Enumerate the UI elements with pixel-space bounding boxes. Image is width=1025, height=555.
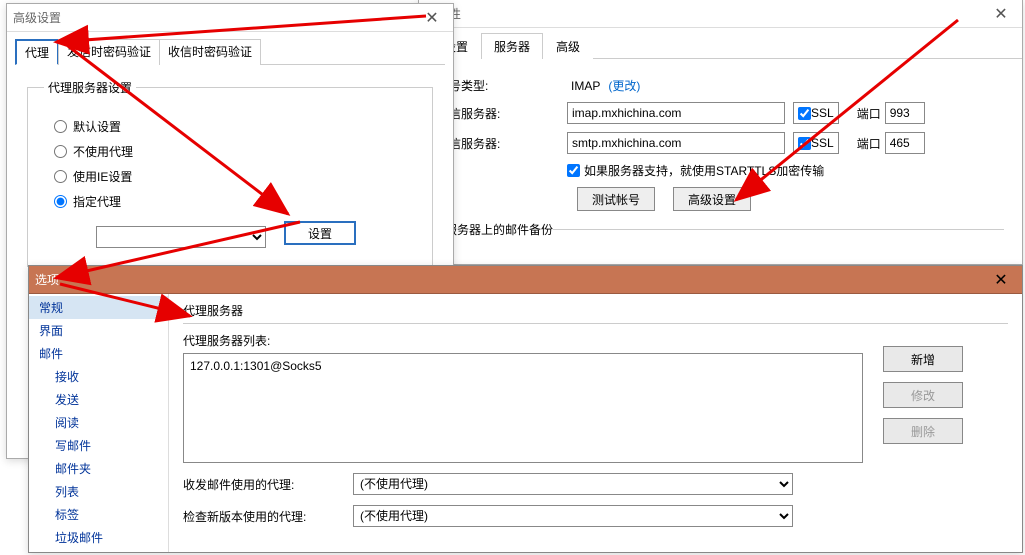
port-label: 端口 [857,105,881,122]
recv-port-input[interactable] [885,102,925,124]
tree-read[interactable]: 阅读 [29,411,168,434]
update-proxy-label: 检查新版本使用的代理: [183,508,353,525]
tree-blacklist[interactable]: 黑名单 [29,549,168,552]
tree-send[interactable]: 发送 [29,388,168,411]
opt-title: 选项 [35,271,59,288]
tree-ui[interactable]: 界面 [29,319,168,342]
tab-recv-auth[interactable]: 收信时密码验证 [159,39,261,65]
recv-ssl-checkbox[interactable]: SSL [793,102,839,124]
starttls-checkbox[interactable] [567,164,580,177]
radio-specify-proxy[interactable] [54,195,67,208]
adv-body: 代理服务器设置 默认设置 不使用代理 使用IE设置 指定代理 设置 [7,65,453,281]
close-icon[interactable]: ✕ [986,270,1016,290]
options-main-panel: 代理服务器 代理服务器列表: 127.0.0.1:1301@Socks5 新增 … [169,294,1022,552]
test-account-button[interactable]: 测试帐号 [577,187,655,211]
list-item[interactable]: 127.0.0.1:1301@Socks5 [188,358,858,374]
radio-ie-settings[interactable] [54,170,67,183]
add-button[interactable]: 新增 [883,346,963,372]
proxy-section-title: 代理服务器 [183,298,1008,324]
adv-title: 高级设置 [13,9,61,26]
acct-tabs: 设置 服务器 高级 [419,32,1022,59]
account-type-value: IMAP [571,79,600,93]
tree-mail[interactable]: 邮件 [29,342,168,365]
advanced-settings-button[interactable]: 高级设置 [673,187,751,211]
starttls-label: 如果服务器支持，就使用STARTTLS加密传输 [584,162,824,179]
send-port-input[interactable] [885,132,925,154]
proxy-listbox[interactable]: 127.0.0.1:1301@Socks5 [183,353,863,463]
radio-default[interactable] [54,120,67,133]
radio-no-proxy[interactable] [54,145,67,158]
tree-junk[interactable]: 垃圾邮件 [29,526,168,549]
send-server-input[interactable] [567,132,785,154]
options-window: 选项 ✕ 常规 界面 邮件 接收 发送 阅读 写邮件 邮件夹 列表 标签 垃圾邮… [28,265,1023,553]
close-icon[interactable]: ✕ [986,4,1016,24]
acct-body: 帐号类型: IMAP (更改) 收信服务器: SSL 端口 发信服务器: SSL… [419,59,1022,252]
tab-server[interactable]: 服务器 [481,33,543,59]
settings-button[interactable]: 设置 [284,221,356,245]
backup-group: 服务器上的邮件备份 [437,221,1004,242]
proxy-select[interactable] [96,226,266,248]
tab-proxy[interactable]: 代理 [15,39,59,65]
mail-proxy-label: 收发邮件使用的代理: [183,476,353,493]
list-buttons: 新增 修改 删除 [883,346,983,454]
opt-body: 常规 界面 邮件 接收 发送 阅读 写邮件 邮件夹 列表 标签 垃圾邮件 黑名单… [29,294,1022,552]
acct-titlebar: 号属性 ✕ [419,0,1022,28]
proxy-settings-group: 代理服务器设置 默认设置 不使用代理 使用IE设置 指定代理 设置 [27,79,433,267]
send-ssl-checkbox[interactable]: SSL [793,132,839,154]
change-link[interactable]: (更改) [608,77,640,94]
tree-general[interactable]: 常规 [29,296,168,319]
tab-advanced[interactable]: 高级 [543,33,593,59]
port-label-2: 端口 [857,135,881,152]
edit-button[interactable]: 修改 [883,382,963,408]
opt-titlebar: 选项 ✕ [29,266,1022,294]
tab-send-auth[interactable]: 发信时密码验证 [58,39,160,65]
close-icon[interactable]: ✕ [417,8,447,28]
mail-proxy-select[interactable]: (不使用代理) [353,473,793,495]
recv-server-input[interactable] [567,102,785,124]
tree-folders[interactable]: 邮件夹 [29,457,168,480]
update-proxy-select[interactable]: (不使用代理) [353,505,793,527]
adv-tabs: 代理 发信时密码验证 收信时密码验证 [15,38,445,65]
tree-recv[interactable]: 接收 [29,365,168,388]
proxy-group-title: 代理服务器设置 [44,79,136,96]
tree-tags[interactable]: 标签 [29,503,168,526]
delete-button[interactable]: 删除 [883,418,963,444]
adv-titlebar: 高级设置 ✕ [7,4,453,32]
tree-list[interactable]: 列表 [29,480,168,503]
tree-compose[interactable]: 写邮件 [29,434,168,457]
backup-legend: 服务器上的邮件备份 [445,221,553,238]
options-tree: 常规 界面 邮件 接收 发送 阅读 写邮件 邮件夹 列表 标签 垃圾邮件 黑名单… [29,294,169,552]
account-properties-window: 号属性 ✕ 设置 服务器 高级 帐号类型: IMAP (更改) 收信服务器: S… [418,0,1023,265]
